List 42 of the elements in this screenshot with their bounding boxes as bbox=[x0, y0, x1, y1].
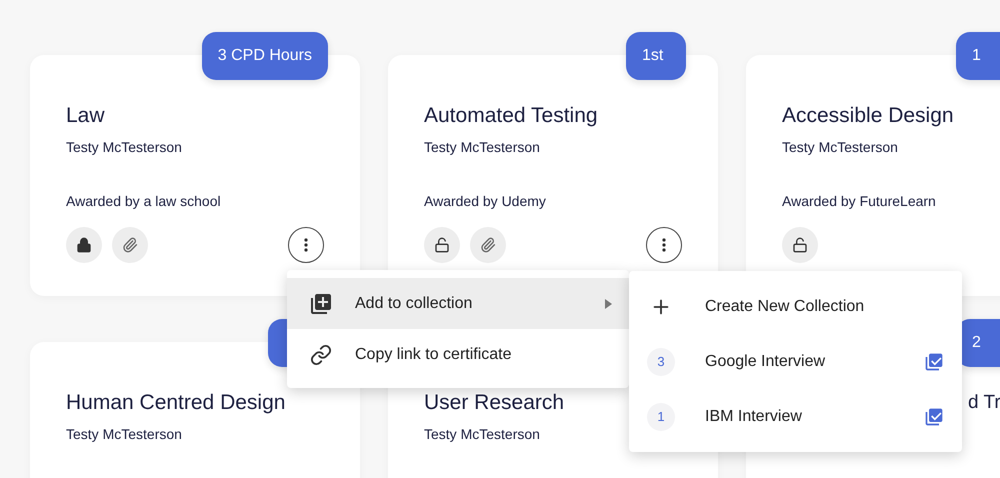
unlocked-lock-icon bbox=[792, 237, 808, 253]
attachment-button[interactable] bbox=[470, 227, 506, 263]
checkbox-icon[interactable] bbox=[924, 352, 944, 372]
lock-button[interactable] bbox=[424, 227, 460, 263]
awarded-by-text: Awarded by a law school bbox=[66, 193, 222, 209]
submenu-item[interactable]: 1 IBM Interview bbox=[629, 389, 962, 444]
holder-name: Testy McTesterson bbox=[424, 426, 541, 442]
badge: 3 CPD Hours bbox=[202, 32, 328, 80]
library-add-icon bbox=[309, 292, 333, 316]
submenu-item[interactable]: Create New Collection bbox=[629, 279, 962, 334]
checkbox-icon[interactable] bbox=[924, 406, 944, 426]
badge: 1st bbox=[626, 32, 686, 80]
link-icon bbox=[310, 344, 332, 366]
card-title: Automated Testing bbox=[424, 103, 599, 129]
unlocked-lock-icon bbox=[434, 237, 450, 253]
card-title: User Research bbox=[424, 390, 566, 416]
card-title: Accessible Design bbox=[782, 103, 955, 129]
more-vertical-icon bbox=[662, 238, 666, 252]
lock-button[interactable] bbox=[66, 227, 102, 263]
menu-item[interactable]: Copy link to certificate bbox=[287, 329, 629, 380]
holder-name: Testy McTesterson bbox=[782, 139, 899, 155]
holder-name: Testy McTesterson bbox=[66, 139, 183, 155]
holder-name: Testy McTesterson bbox=[424, 139, 541, 155]
collection-count: 1 bbox=[647, 402, 675, 430]
more-options-button[interactable] bbox=[288, 227, 324, 263]
menu-item[interactable]: Add to collection bbox=[287, 278, 629, 329]
collection-count: 3 bbox=[647, 348, 675, 376]
holder-name: Testy McTesterson bbox=[66, 426, 183, 442]
lock-icon bbox=[76, 237, 92, 253]
card-title: Human Centred Design bbox=[66, 390, 286, 416]
awarded-by-text: Awarded by Udemy bbox=[424, 193, 547, 209]
submenu-item[interactable]: 3 Google Interview bbox=[629, 334, 962, 389]
attachment-button[interactable] bbox=[112, 227, 148, 263]
paperclip-icon bbox=[122, 237, 138, 253]
more-options-button[interactable] bbox=[646, 227, 682, 263]
card-title: Law bbox=[66, 103, 106, 129]
more-vertical-icon bbox=[304, 238, 308, 252]
badge: 1 bbox=[956, 32, 1000, 80]
lock-button[interactable] bbox=[782, 227, 818, 263]
awarded-by-text: Awarded by FutureLearn bbox=[782, 193, 937, 209]
paperclip-icon bbox=[480, 237, 496, 253]
caret-icon bbox=[605, 298, 613, 308]
